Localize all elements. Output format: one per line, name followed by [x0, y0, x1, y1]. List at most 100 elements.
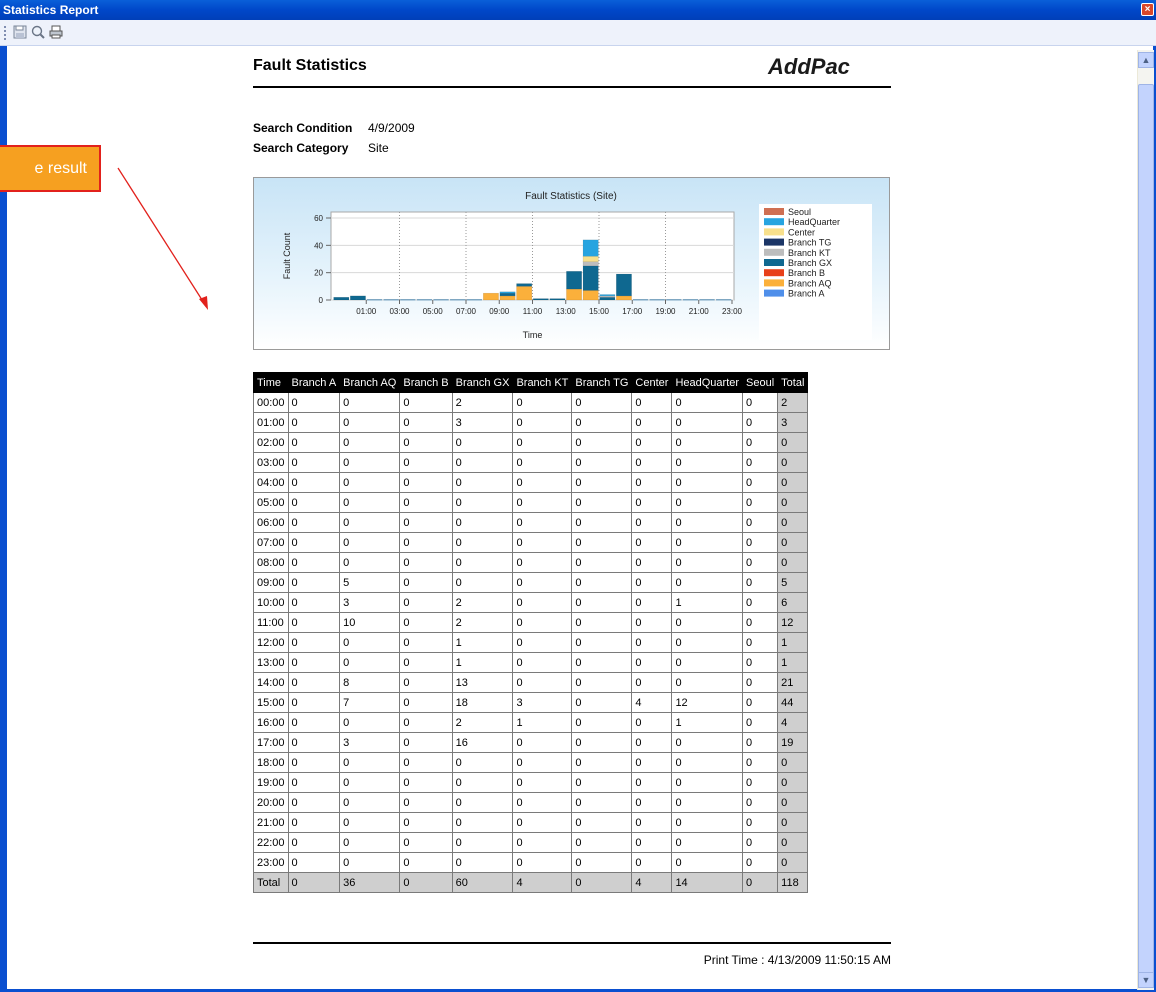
table-row: 01:00 0 0 0 3 0 0 0 0 0 3	[253, 412, 809, 433]
table-cell: 0	[399, 732, 453, 753]
table-cell: 0	[512, 532, 573, 553]
table-cell: 23:00	[253, 852, 289, 873]
legend-label: Center	[788, 227, 815, 237]
table-cell: 0	[571, 392, 633, 413]
table-row: 04:00 0 0 0 0 0 0 0 0 0 0	[253, 472, 809, 493]
chart-ytick-label: 0	[319, 296, 324, 305]
table-cell: 44	[777, 692, 809, 713]
table-row: 09:00 0 5 0 0 0 0 0 0 0 5	[253, 572, 809, 593]
header-divider	[253, 86, 891, 88]
table-body: 00:00 0 0 0 2 0 0 0 0 0 2 01:00 0 0 0 3 0 0 0 0 0 3 02:00 0 0 0 0 0…	[253, 392, 809, 893]
table-total-cell: 0	[742, 872, 779, 893]
table-cell: 2	[451, 592, 514, 613]
search-condition-label: Search Condition	[253, 121, 353, 135]
table-cell: 0	[777, 452, 809, 473]
table-cell: 1	[671, 592, 744, 613]
table-cell: 16	[451, 732, 514, 753]
table-cell: 01:00	[253, 412, 289, 433]
column-header: HeadQuarter	[671, 372, 744, 393]
table-cell: 0	[742, 452, 779, 473]
table-cell: 0	[339, 712, 401, 733]
table-row: 11:00 0 10 0 2 0 0 0 0 0 12	[253, 612, 809, 633]
table-cell: 0	[742, 412, 779, 433]
table-cell: 0	[399, 512, 453, 533]
close-button[interactable]: ×	[1141, 3, 1154, 16]
table-cell: 10:00	[253, 592, 289, 613]
close-icon: ×	[1144, 4, 1151, 15]
table-cell: 0	[512, 632, 573, 653]
table-cell: 1	[512, 712, 573, 733]
table-cell: 0	[631, 472, 673, 493]
vertical-scrollbar[interactable]: ▲ ▼	[1137, 50, 1154, 990]
table-cell: 02:00	[253, 432, 289, 453]
table-cell: 0	[451, 552, 514, 573]
chart-title: Fault Statistics (Site)	[525, 191, 617, 202]
table-cell: 0	[571, 452, 633, 473]
chart-bar-empty	[716, 299, 732, 301]
table-cell: 0	[742, 692, 779, 713]
toolbar-grip[interactable]	[4, 26, 8, 40]
table-cell: 0	[631, 752, 673, 773]
chart-bar-empty	[666, 299, 682, 301]
table-cell: 8	[339, 672, 401, 693]
chart-bar	[499, 295, 516, 301]
table-cell: 5	[777, 572, 809, 593]
chart-xtick-label: 21:00	[689, 307, 710, 316]
table-cell: 0	[287, 612, 341, 633]
column-header: Branch AQ	[339, 372, 401, 393]
print-icon[interactable]	[48, 24, 64, 40]
table-cell: 0	[671, 472, 744, 493]
table-cell: 0	[742, 432, 779, 453]
table-row: 22:00 0 0 0 0 0 0 0 0 0 0	[253, 832, 809, 853]
chart-bar	[616, 273, 632, 297]
table-cell: 0	[777, 552, 809, 573]
chart-bar	[566, 271, 582, 290]
scroll-down-button[interactable]: ▼	[1138, 972, 1154, 988]
table-cell: 0	[671, 732, 744, 753]
table-cell: 0	[512, 772, 573, 793]
table-cell: 0	[631, 652, 673, 673]
scroll-up-button[interactable]: ▲	[1138, 52, 1154, 68]
statistics-table: Time Branch A Branch AQ Branch B Branch GX Br…	[253, 372, 809, 893]
table-cell: 0	[287, 472, 341, 493]
scroll-thumb[interactable]	[1138, 84, 1154, 974]
chart-bar	[566, 288, 582, 301]
table-cell: 0	[631, 512, 673, 533]
table-cell: 0	[631, 612, 673, 633]
chart-ytick-label: 60	[314, 214, 323, 223]
table-cell: 0	[399, 552, 453, 573]
table-cell: 0	[631, 412, 673, 433]
chart-bar-empty	[400, 299, 416, 301]
table-cell: 0	[451, 772, 514, 793]
table-cell: 0	[742, 572, 779, 593]
column-header: Seoul	[742, 372, 779, 393]
table-cell: 18	[451, 692, 514, 713]
chart-ytick-label: 40	[314, 241, 323, 250]
table-cell: 0	[451, 752, 514, 773]
save-icon[interactable]	[12, 24, 28, 40]
table-cell: 0	[399, 672, 453, 693]
table-row: 00:00 0 0 0 2 0 0 0 0 0 2	[253, 392, 809, 413]
chart-bar	[499, 291, 516, 294]
table-cell: 0	[512, 572, 573, 593]
table-cell: 2	[451, 612, 514, 633]
table-cell: 04:00	[253, 472, 289, 493]
column-header: Branch TG	[571, 372, 633, 393]
table-cell: 0	[399, 652, 453, 673]
table-cell: 0	[339, 552, 401, 573]
zoom-icon[interactable]	[30, 24, 46, 40]
table-cell: 0	[671, 852, 744, 873]
table-cell: 0	[571, 492, 633, 513]
table-total-cell: 4	[631, 872, 673, 893]
table-cell: 0	[287, 772, 341, 793]
table-cell: 0	[742, 652, 779, 673]
table-total-cell: 4	[512, 872, 573, 893]
table-cell: 0	[777, 432, 809, 453]
table-cell: 3	[451, 412, 514, 433]
table-cell: 0	[631, 792, 673, 813]
table-cell: 0	[287, 672, 341, 693]
table-cell: 0	[451, 572, 514, 593]
chart-bar	[516, 283, 533, 287]
table-total-cell: 0	[399, 872, 453, 893]
table-cell: 6	[777, 592, 809, 613]
